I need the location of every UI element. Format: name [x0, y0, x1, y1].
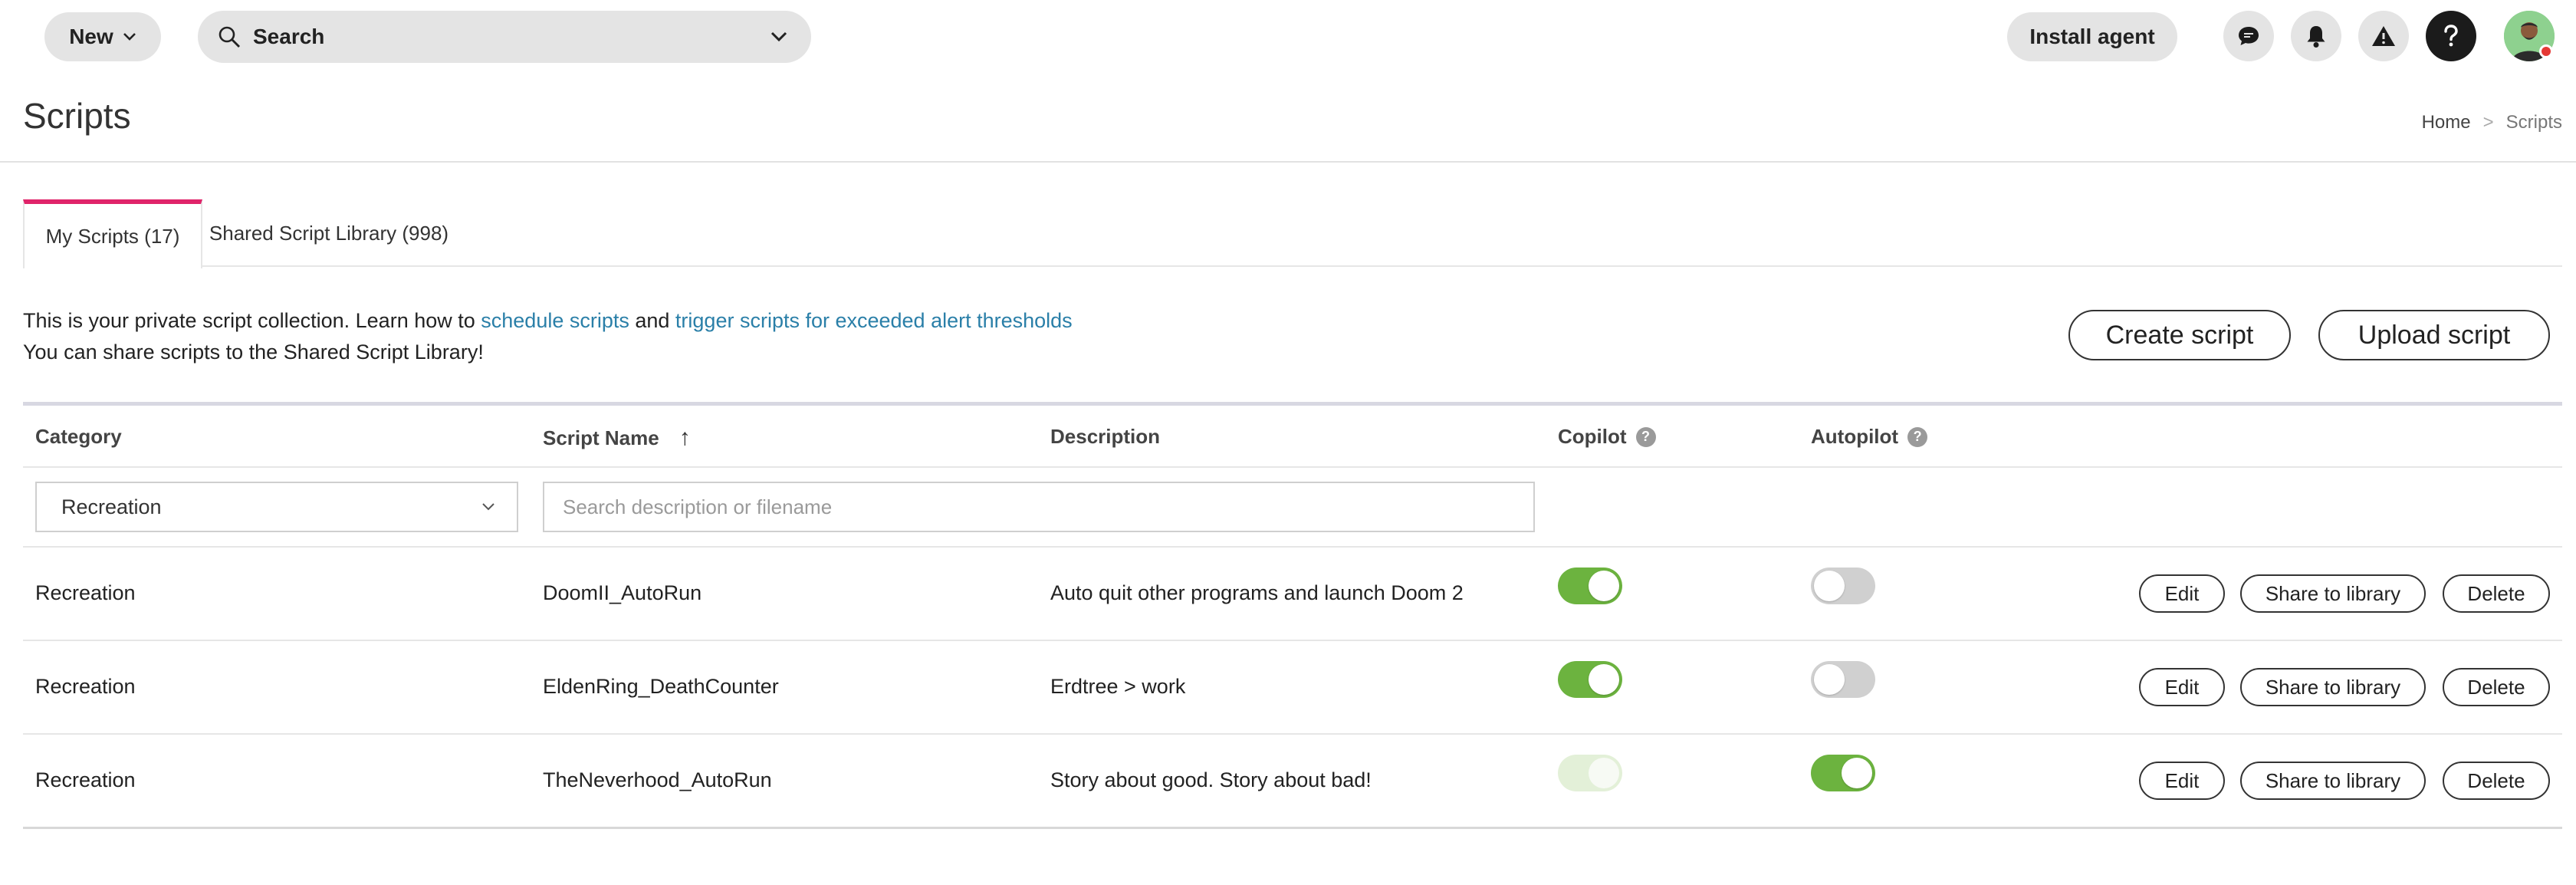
category-filter-select[interactable]: Recreation — [35, 482, 518, 532]
row-2-edit-button[interactable]: Edit — [2139, 668, 2225, 706]
row-divider — [23, 466, 2562, 468]
sort-ascending-icon: ↑ — [678, 425, 691, 450]
row-3-share-button[interactable]: Share to library — [2240, 762, 2426, 800]
install-agent-button[interactable]: Install agent — [2007, 12, 2177, 61]
row-2-script-name: EldenRing_DeathCounter — [543, 675, 779, 698]
row-divider — [23, 733, 2562, 735]
info-line-1: This is your private script collection. … — [23, 305, 1073, 337]
column-header-copilot: Copilot? — [1558, 425, 1656, 449]
row-2-category: Recreation — [35, 675, 136, 698]
breadcrumb-home[interactable]: Home — [2422, 112, 2471, 133]
tab-bar: My Scripts (17) Shared Script Library (9… — [23, 199, 2562, 268]
header-divider — [0, 161, 2576, 163]
row-1-delete-button[interactable]: Delete — [2443, 574, 2550, 613]
status-dot — [2539, 44, 2553, 58]
info-line-2: You can share scripts to the Shared Scri… — [23, 341, 484, 364]
search-label: Search — [253, 25, 325, 48]
toggle-knob — [1814, 571, 1845, 601]
script-search-input[interactable] — [543, 482, 1535, 532]
row-1-description: Auto quit other programs and launch Doom… — [1050, 581, 1464, 604]
page-title: Scripts — [23, 96, 131, 136]
help-icon[interactable]: ? — [1907, 426, 1928, 447]
column-header-script-name[interactable]: Script Name ↑ — [543, 425, 691, 451]
row-divider — [23, 546, 2562, 548]
row-1-edit-button[interactable]: Edit — [2139, 574, 2225, 613]
copilot-header-label: Copilot — [1558, 425, 1627, 448]
row-3-delete-button[interactable]: Delete — [2443, 762, 2550, 800]
toggle-knob — [1589, 758, 1619, 788]
schedule-scripts-link[interactable]: schedule scripts — [481, 309, 629, 332]
row-2-autopilot-toggle[interactable] — [1811, 661, 1875, 698]
row-3-description: Story about good. Story about bad! — [1050, 768, 1372, 791]
breadcrumb-separator: > — [2482, 112, 2494, 133]
category-filter-value: Recreation — [61, 495, 162, 518]
chevron-down-icon[interactable] — [770, 31, 788, 43]
autopilot-header-label: Autopilot — [1811, 425, 1899, 448]
search-icon — [219, 26, 240, 48]
row-3-edit-button[interactable]: Edit — [2139, 762, 2225, 800]
script-name-header-label: Script Name — [543, 426, 659, 449]
info-text: This is your private script collection. … — [23, 305, 1073, 368]
column-header-description: Description — [1050, 425, 1160, 449]
breadcrumb: Home > Scripts — [2422, 112, 2562, 133]
row-3-autopilot-toggle[interactable] — [1811, 755, 1875, 791]
top-bar: New Search Install agent — [0, 0, 2576, 72]
table-bottom-border — [23, 827, 2562, 829]
toggle-knob — [1814, 664, 1845, 695]
notifications-button[interactable] — [2291, 11, 2341, 61]
tab-shared-library[interactable]: Shared Script Library (998) — [202, 199, 455, 267]
row-3-category: Recreation — [35, 768, 136, 791]
row-1-category: Recreation — [35, 581, 136, 604]
bell-icon — [2307, 26, 2325, 48]
create-script-button[interactable]: Create script — [2068, 310, 2291, 360]
new-label: New — [69, 25, 113, 48]
chat-icon — [2239, 27, 2259, 45]
column-header-category[interactable]: Category — [35, 425, 122, 449]
row-divider — [23, 640, 2562, 641]
row-1-share-button[interactable]: Share to library — [2240, 574, 2426, 613]
toggle-knob — [1842, 758, 1872, 788]
chevron-down-icon — [482, 503, 495, 511]
row-2-copilot-toggle[interactable] — [1558, 661, 1622, 698]
warning-icon — [2372, 26, 2395, 46]
help-icon[interactable]: ? — [1635, 426, 1656, 447]
table-top-border — [23, 402, 2562, 406]
chat-button[interactable] — [2223, 11, 2274, 61]
row-1-script-name: DoomII_AutoRun — [543, 581, 702, 604]
row-2-share-button[interactable]: Share to library — [2240, 668, 2426, 706]
description-header-label: Description — [1050, 425, 1161, 448]
alerts-button[interactable] — [2358, 11, 2409, 61]
trigger-scripts-link[interactable]: trigger scripts for exceeded alert thres… — [675, 309, 1073, 332]
breadcrumb-current: Scripts — [2505, 112, 2562, 133]
help-icon — [2444, 25, 2458, 47]
row-3-script-name: TheNeverhood_AutoRun — [543, 768, 772, 791]
row-3-copilot-toggle — [1558, 755, 1622, 791]
column-header-autopilot: Autopilot? — [1811, 425, 1928, 449]
row-1-autopilot-toggle[interactable] — [1811, 568, 1875, 604]
category-header-label: Category — [35, 425, 122, 448]
toggle-knob — [1589, 664, 1619, 695]
row-2-delete-button[interactable]: Delete — [2443, 668, 2550, 706]
new-button[interactable]: New — [44, 12, 161, 61]
chevron-down-icon — [123, 33, 136, 41]
help-button[interactable] — [2426, 11, 2476, 61]
upload-script-button[interactable]: Upload script — [2318, 310, 2550, 360]
tab-my-scripts[interactable]: My Scripts (17) — [23, 199, 202, 268]
info-mid: and — [629, 309, 675, 332]
row-1-copilot-toggle[interactable] — [1558, 568, 1622, 604]
search-box[interactable]: Search — [198, 11, 811, 63]
row-2-description: Erdtree > work — [1050, 675, 1186, 698]
toggle-knob — [1589, 571, 1619, 601]
info-prefix: This is your private script collection. … — [23, 309, 481, 332]
